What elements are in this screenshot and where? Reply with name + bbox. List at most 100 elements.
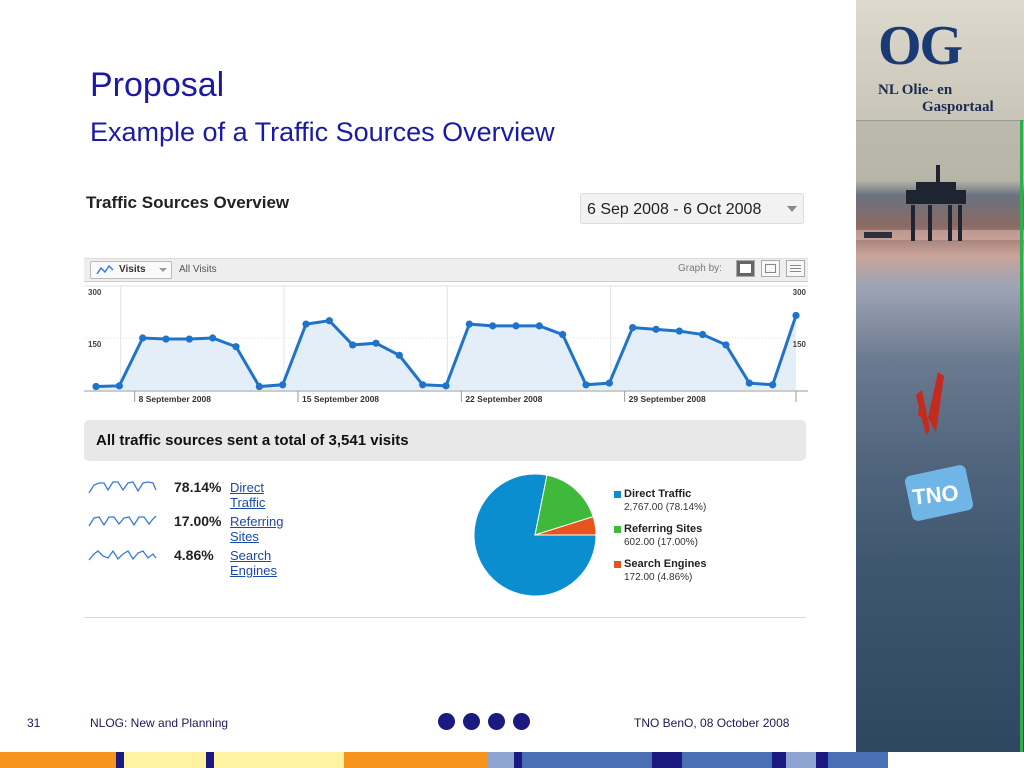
data-point [209,334,217,342]
data-point [559,330,567,339]
stripe-segment [652,752,682,768]
stripe-segment [514,752,522,768]
metric-dropdown[interactable]: Visits [90,261,172,279]
data-point [419,381,427,389]
dot-icon [438,713,455,730]
og-logo-mark: OG [878,15,963,77]
data-point [582,381,590,389]
chevron-down-icon [787,206,797,212]
stripe-segment [214,752,344,768]
legend-value: 172.00 (4.86%) [624,572,693,583]
date-range-picker[interactable]: 6 Sep 2008 - 6 Oct 2008 [580,193,804,224]
data-point [699,330,707,339]
stripe-segment [786,752,816,768]
segment-label: All Visits [179,264,217,275]
legend-name: Search Engines [624,558,707,570]
sparkline-icon [88,481,157,494]
report-title: Traffic Sources Overview [86,193,290,212]
source-percent: 17.00% [174,513,222,529]
slide-number: 31 [27,716,41,730]
stripe-segment [888,752,1024,768]
dot-icon [463,713,480,730]
source-percent: 4.86% [174,547,214,563]
data-point [255,382,263,391]
analytics-screenshot: Traffic Sources Overview 6 Sep 2008 - 6 … [84,180,808,620]
stripe-segment [344,752,488,768]
dot-icon [488,713,505,730]
tno-logo-icon: TNO [905,465,973,521]
data-point [349,341,357,349]
data-point [745,379,753,387]
summary-text: All traffic sources sent a total of 3,54… [96,432,409,449]
svg-text:TNO: TNO [911,480,960,510]
stripe-segment [0,752,116,768]
x-tick-label: 8 September 2008 [139,394,212,404]
graph-by-month-button[interactable] [786,260,805,277]
legend-swatch-search [614,561,621,568]
y-tick-label-left: 300 [88,288,102,297]
divider [84,617,806,618]
line-graph-icon [96,264,114,275]
stripe-segment [522,752,652,768]
source-percent: 78.14% [174,479,222,495]
data-point [185,335,193,343]
data-point [115,382,123,390]
metric-label: Visits [119,264,146,275]
data-point [652,325,660,333]
stripe-segment [206,752,214,768]
month-icon [790,265,801,266]
week-icon [765,264,776,273]
stripe-segment [682,752,772,768]
visits-line-chart: 300 300 150 150 8 September 2008 15 September… [84,285,808,404]
stripe-segment [124,752,206,768]
stripe-segment [116,752,124,768]
footer-dots [438,713,530,731]
day-icon [740,264,751,273]
y-tick-label-right: 300 [793,288,807,297]
stripe-segment [772,752,786,768]
stripe-segment [816,752,828,768]
data-point [442,382,450,390]
data-point [629,324,637,332]
summary-bar: All traffic sources sent a total of 3,54… [84,420,806,461]
data-point [792,311,800,320]
red-brand-icon [916,372,944,435]
data-point [372,339,380,347]
source-link-search-engines[interactable]: Search Engines [230,548,277,578]
chevron-down-icon [159,268,167,272]
data-point [769,381,777,389]
data-point [279,381,287,389]
legend-value: 602.00 (17.00%) [624,537,698,548]
graph-by-day-button[interactable] [736,260,755,277]
dot-icon [513,713,530,730]
legend-swatch-direct [614,491,621,498]
legend-swatch-referring [614,526,621,533]
data-point [162,335,170,343]
y-tick-label-right: 150 [793,340,807,349]
series-area [96,315,796,390]
source-link-direct-traffic[interactable]: Direct Traffic [230,480,265,510]
slide-title: Proposal [90,66,225,104]
data-point [535,322,543,330]
graph-by-week-button[interactable] [761,260,780,277]
x-tick-label: 29 September 2008 [629,394,706,404]
legend-value: 2,767.00 (78.14%) [624,502,707,513]
data-point [465,320,473,328]
data-point [139,334,147,342]
graph-by-label: Graph by: [678,263,722,274]
date-range-value: 6 Sep 2008 - 6 Oct 2008 [587,201,762,218]
footer-color-stripe [0,752,1024,768]
data-point [325,317,333,325]
x-tick-label: 15 September 2008 [302,394,379,404]
logo-line-2: Gasportaal [922,99,994,115]
graph-toolbar: Visits All Visits Graph by: [84,258,808,282]
y-tick-label-left: 150 [88,340,102,349]
data-point [92,382,100,391]
legend-name: Referring Sites [624,523,703,535]
green-divider [1020,120,1023,752]
sparkline-icon [88,515,157,527]
legend-name: Direct Traffic [624,488,692,500]
stripe-segment [828,752,888,768]
data-point [489,322,497,330]
source-link-referring-sites[interactable]: Referring Sites [230,514,283,544]
